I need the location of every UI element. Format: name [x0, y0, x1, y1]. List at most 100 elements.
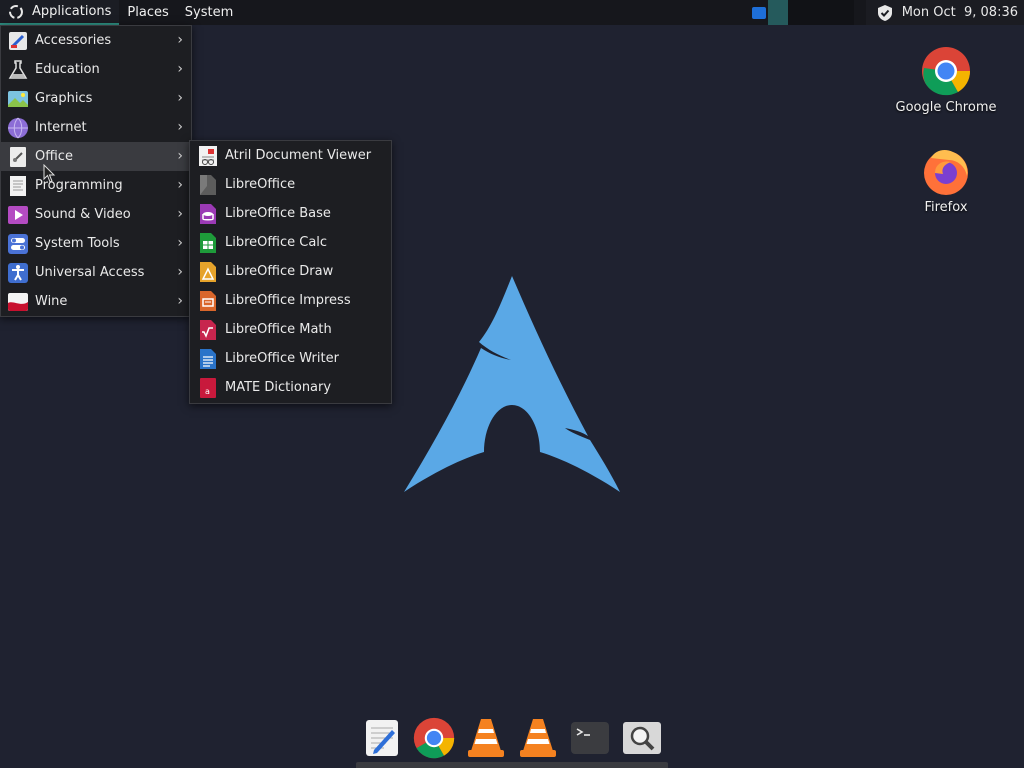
desktop-icon-chrome-label: Google Chrome: [895, 100, 997, 115]
top-panel: Applications Places System Mon Oct 9, 08…: [0, 0, 1024, 25]
dock: [356, 712, 668, 764]
chevron-right-icon: ›: [177, 177, 183, 193]
menu-item-lo-calc[interactable]: LibreOffice Calc: [190, 228, 391, 257]
workspace-switcher-icon[interactable]: [751, 6, 766, 19]
system-tray: Mon Oct 9, 08:36: [751, 0, 1024, 25]
flask-icon: [8, 59, 28, 79]
menu-item-lo-base[interactable]: LibreOffice Base: [190, 199, 391, 228]
menu-item-education[interactable]: Education ›: [1, 55, 191, 84]
chevron-right-icon: ›: [177, 206, 183, 222]
dock-item-vlc-2[interactable]: [516, 716, 560, 760]
dictionary-icon: a: [200, 377, 216, 398]
menu-item-internet[interactable]: Internet ›: [1, 113, 191, 142]
arch-logo: [404, 276, 620, 492]
dock-item-terminal[interactable]: [568, 716, 612, 760]
menu-item-sound-video[interactable]: Sound & Video ›: [1, 200, 191, 229]
dock-item-vlc-1[interactable]: [464, 716, 508, 760]
desktop-icon-firefox[interactable]: Firefox: [891, 146, 1001, 215]
menu-item-graphics[interactable]: Graphics ›: [1, 84, 191, 113]
menu-item-lo-writer[interactable]: LibreOffice Writer: [190, 344, 391, 373]
svg-text:a: a: [205, 387, 210, 396]
office-icon: [10, 146, 26, 167]
desktop-icon-firefox-label: Firefox: [924, 200, 968, 215]
menu-item-universal-access[interactable]: Universal Access ›: [1, 258, 191, 287]
vlc-icon: [468, 719, 504, 757]
atril-icon: [199, 145, 217, 166]
menu-item-atril-label: Atril Document Viewer: [225, 148, 372, 163]
menu-item-lo-writer-label: LibreOffice Writer: [225, 351, 339, 366]
office-submenu: Atril Document Viewer LibreOffice LibreO…: [189, 140, 392, 404]
chrome-icon: [413, 717, 455, 759]
menu-item-wine-label: Wine: [35, 294, 68, 309]
menu-item-mate-dictionary[interactable]: a MATE Dictionary: [190, 373, 391, 402]
clock-area[interactable]: Mon Oct 9, 08:36: [865, 0, 1024, 25]
wine-icon: [8, 292, 28, 311]
workspace-2[interactable]: [787, 0, 854, 25]
toggle-icon: [8, 233, 28, 254]
menu-item-system-tools-label: System Tools: [35, 236, 120, 251]
chevron-right-icon: ›: [177, 148, 183, 164]
chevron-right-icon: ›: [177, 32, 183, 48]
menu-item-lo-base-label: LibreOffice Base: [225, 206, 331, 221]
mouse-cursor-icon: [43, 164, 56, 183]
lo-writer-icon: [200, 348, 216, 369]
menu-item-system-tools[interactable]: System Tools ›: [1, 229, 191, 258]
lo-base-icon: [200, 203, 216, 224]
menu-item-accessories[interactable]: Accessories ›: [1, 26, 191, 55]
lo-draw-icon: [200, 261, 216, 282]
clock[interactable]: Mon Oct 9, 08:36: [902, 5, 1018, 20]
image-icon: [8, 90, 28, 107]
places-menu[interactable]: Places: [119, 0, 176, 25]
workspace-1[interactable]: [767, 0, 788, 25]
lo-calc-icon: [200, 232, 216, 253]
chevron-right-icon: ›: [177, 61, 183, 77]
lo-math-icon: [200, 319, 216, 340]
chrome-icon: [922, 47, 971, 96]
system-menu-label: System: [184, 5, 234, 20]
menu-item-sound-video-label: Sound & Video: [35, 207, 131, 222]
applications-dropdown: Accessories › Education › Graphics › Int…: [0, 25, 192, 317]
play-icon: [8, 205, 28, 224]
lo-impress-icon: [200, 290, 216, 311]
shield-icon[interactable]: [876, 4, 894, 22]
search-icon: [623, 722, 661, 754]
menu-item-libreoffice-label: LibreOffice: [225, 177, 296, 192]
globe-icon: [8, 117, 28, 138]
menu-item-programming[interactable]: Programming ›: [1, 171, 191, 200]
libreoffice-icon: [200, 174, 216, 195]
menu-item-libreoffice[interactable]: LibreOffice: [190, 170, 391, 199]
dock-bar: [356, 762, 668, 768]
menu-item-graphics-label: Graphics: [35, 91, 93, 106]
places-menu-label: Places: [127, 5, 169, 20]
menu-item-lo-draw[interactable]: LibreOffice Draw: [190, 257, 391, 286]
document-icon: [10, 175, 26, 196]
menu-item-lo-math[interactable]: LibreOffice Math: [190, 315, 391, 344]
chevron-right-icon: ›: [177, 119, 183, 135]
chevron-right-icon: ›: [177, 264, 183, 280]
applications-menu[interactable]: Applications: [0, 0, 120, 25]
menu-item-office[interactable]: Office ›: [1, 142, 191, 171]
dock-item-chrome[interactable]: [412, 716, 456, 760]
accessories-icon: [9, 31, 27, 50]
terminal-icon: [571, 722, 609, 754]
dock-item-search[interactable]: [620, 716, 664, 760]
accessibility-icon: [8, 262, 28, 283]
menu-item-wine[interactable]: Wine ›: [1, 287, 191, 316]
menu-item-atril[interactable]: Atril Document Viewer: [190, 141, 391, 170]
text-editor-icon: [366, 720, 398, 756]
vlc-icon: [520, 719, 556, 757]
menu-item-lo-math-label: LibreOffice Math: [225, 322, 332, 337]
system-menu[interactable]: System: [177, 0, 241, 25]
dock-item-text-editor[interactable]: [360, 716, 404, 760]
menu-item-lo-impress[interactable]: LibreOffice Impress: [190, 286, 391, 315]
menu-item-accessories-label: Accessories: [35, 33, 112, 48]
menu-item-education-label: Education: [35, 62, 100, 77]
chevron-right-icon: ›: [177, 235, 183, 251]
menu-item-office-label: Office: [35, 149, 73, 164]
chevron-right-icon: ›: [177, 293, 183, 309]
applications-menu-label: Applications: [32, 4, 112, 19]
menu-item-universal-access-label: Universal Access: [35, 265, 145, 280]
desktop-icon-chrome[interactable]: Google Chrome: [891, 46, 1001, 115]
menu-item-lo-impress-label: LibreOffice Impress: [225, 293, 351, 308]
firefox-icon: [924, 150, 968, 195]
